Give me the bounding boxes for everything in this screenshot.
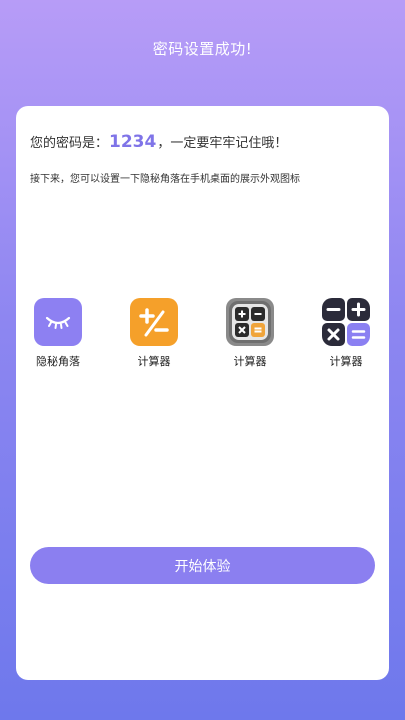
password-message: 您的密码是： 1234 ，一定要牢牢记住哦！ <box>30 132 287 152</box>
password-prefix: 您的密码是： <box>30 136 109 151</box>
gray-calculator-icon <box>226 298 274 346</box>
password-suffix: ，一定要牢牢记住哦！ <box>157 136 288 151</box>
icon-label: 计算器 <box>233 355 267 368</box>
page-title: 密码设置成功! <box>152 40 253 58</box>
icon-option-secret-corner[interactable]: 隐秘角落 <box>23 298 93 369</box>
closed-eye-icon <box>34 298 82 346</box>
icon-option-calculator-gray[interactable]: 计算器 <box>215 298 285 369</box>
icon-options: 隐秘角落 计算器 计算器 计算器 <box>16 298 389 378</box>
icon-option-calculator-dark[interactable]: 计算器 <box>311 298 381 369</box>
icon-option-calculator-orange[interactable]: 计算器 <box>119 298 189 369</box>
hint-text: 接下来，您可以设置一下隐秘角落在手机桌面的展示外观图标 <box>30 174 300 185</box>
start-button[interactable]: 开始体验 <box>30 547 375 584</box>
password-value: 1234 <box>109 132 157 152</box>
settings-card: 您的密码是： 1234 ，一定要牢牢记住哦！ 接下来，您可以设置一下隐秘角落在手… <box>16 106 389 680</box>
icon-label: 计算器 <box>329 355 363 368</box>
icon-label: 隐秘角落 <box>36 355 80 368</box>
dark-purple-calculator-icon <box>322 298 370 346</box>
icon-label: 计算器 <box>137 355 171 368</box>
plus-minus-calculator-icon <box>130 298 178 346</box>
